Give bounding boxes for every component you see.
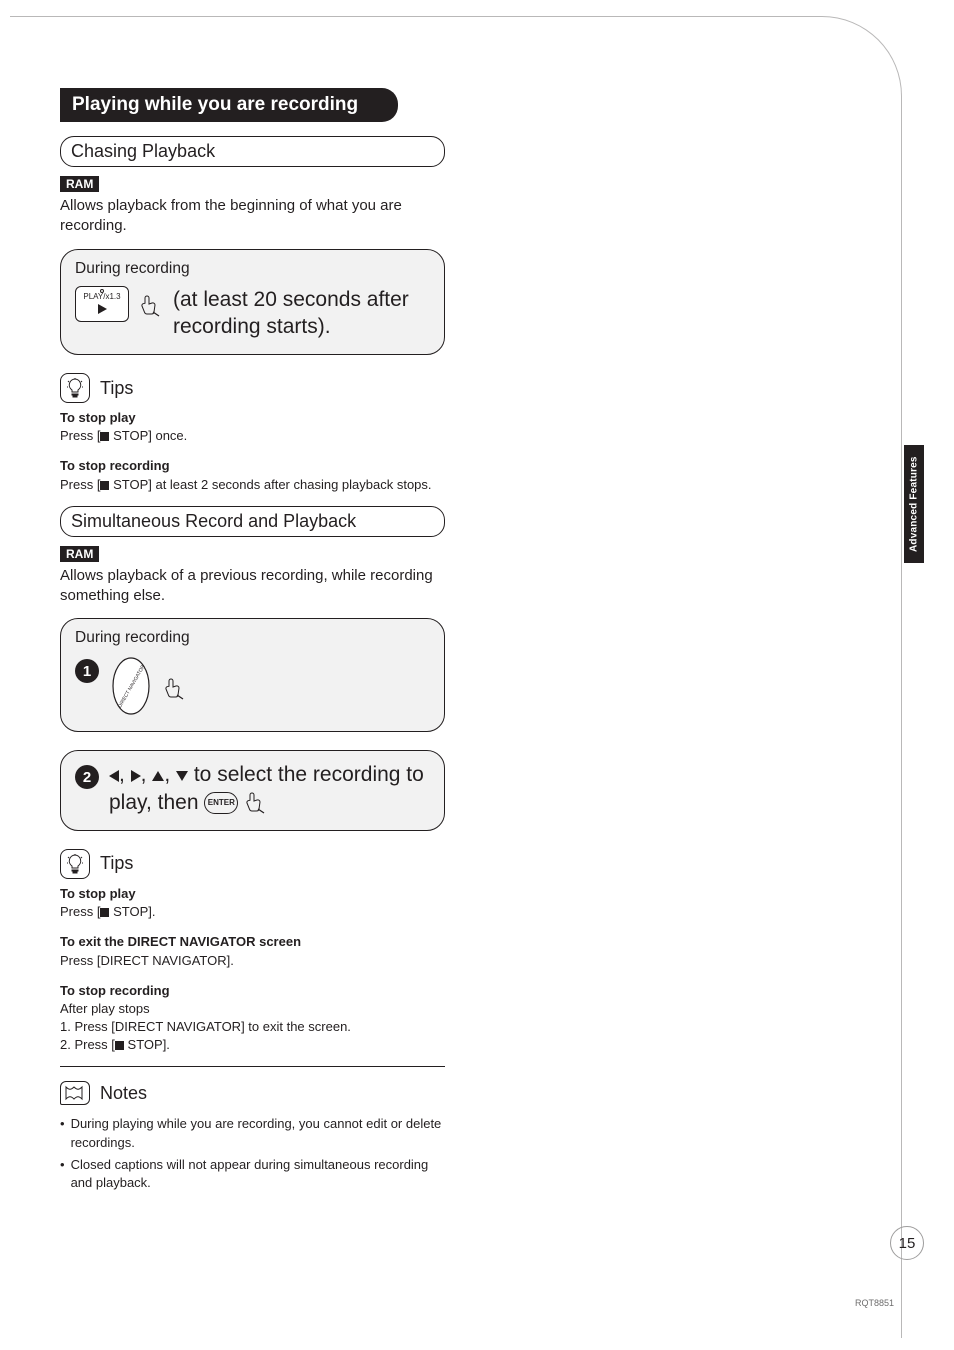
bullet: • xyxy=(60,1115,65,1151)
press-finger-icon xyxy=(244,791,268,815)
tip-stop-recording: To stop recording Press [ STOP] at least… xyxy=(60,457,450,493)
notes-icon xyxy=(60,1081,90,1105)
tip-line: Press [ STOP] once. xyxy=(60,427,450,445)
instruction-box-step2: 2 , , , to select the recording to play,… xyxy=(60,750,445,831)
stop-icon xyxy=(100,432,109,441)
play-button-icon: PLAY/x1.3 xyxy=(75,286,129,322)
play-button-label: PLAY/x1.3 xyxy=(83,293,120,301)
stop-icon xyxy=(115,1041,124,1050)
press-finger-icon xyxy=(163,677,187,701)
tip-stop-play: To stop play Press [ STOP] once. xyxy=(60,409,450,445)
bullet: • xyxy=(60,1156,65,1192)
tip-heading: To stop play xyxy=(60,885,450,903)
direct-navigator-button-icon: DIRECT NAVIGATOR DIRECT NAVIGATOR xyxy=(109,655,153,717)
chasing-description: Allows playback from the beginning of wh… xyxy=(60,196,450,237)
note-item: •During playing while you are recording,… xyxy=(60,1115,450,1151)
tip-exit-dn: To exit the DIRECT NAVIGATOR screen Pres… xyxy=(60,933,450,969)
tip-heading: To stop recording xyxy=(60,982,450,1000)
notes-header: Notes xyxy=(60,1081,450,1105)
side-tab-advanced-features: Advanced Features xyxy=(904,445,924,563)
simultaneous-description: Allows playback of a previous recording,… xyxy=(60,566,450,607)
instruction-step2-text: , , , to select the recording to play, t… xyxy=(109,761,432,816)
page: Playing while you are recording Chasing … xyxy=(0,0,954,1350)
tip-line: Press [ STOP]. xyxy=(60,903,450,921)
tip-line: Press [DIRECT NAVIGATOR]. xyxy=(60,952,450,970)
document-id: RQT8851 xyxy=(855,1298,894,1308)
note-text: During playing while you are recording, … xyxy=(71,1115,450,1151)
instruction-box-step1: During recording 1 DIRECT NAVIGATOR DIRE… xyxy=(60,618,445,732)
notes-title: Notes xyxy=(100,1083,147,1104)
ram-badge: RAM xyxy=(60,546,99,562)
section-title-bar: Playing while you are recording xyxy=(60,88,398,122)
arrow-up-icon xyxy=(152,771,164,781)
page-number: 15 xyxy=(890,1226,924,1260)
step-number-1: 1 xyxy=(75,659,99,683)
arrow-down-icon xyxy=(176,771,188,781)
subsection-pill-chasing: Chasing Playback xyxy=(60,136,445,167)
tip-line: Press [ STOP] at least 2 seconds after c… xyxy=(60,476,450,494)
content-column: Playing while you are recording Chasing … xyxy=(60,50,450,1192)
bulb-icon xyxy=(60,849,90,879)
tip-heading: To stop recording xyxy=(60,457,450,475)
tip-stop-play-b: To stop play Press [ STOP]. xyxy=(60,885,450,921)
press-finger-icon xyxy=(139,294,163,318)
tips-header: Tips xyxy=(60,849,450,879)
tip-heading: To stop play xyxy=(60,409,450,427)
tips-title: Tips xyxy=(100,853,133,874)
play-triangle-icon xyxy=(98,304,107,314)
notes-list: •During playing while you are recording,… xyxy=(60,1115,450,1192)
instruction-main-text: (at least 20 seconds after recording sta… xyxy=(173,286,432,341)
note-item: •Closed captions will not appear during … xyxy=(60,1156,450,1192)
arrow-right-icon xyxy=(131,770,141,782)
note-text: Closed captions will not appear during s… xyxy=(71,1156,450,1192)
bulb-icon xyxy=(60,373,90,403)
instruction-label: During recording xyxy=(75,629,432,647)
ram-badge: RAM xyxy=(60,176,99,192)
tip-line: 2. Press [ STOP]. xyxy=(60,1036,450,1054)
stop-icon xyxy=(100,481,109,490)
tip-stop-recording-b: To stop recording After play stops 1. Pr… xyxy=(60,982,450,1055)
step-number-2: 2 xyxy=(75,765,99,789)
tip-line: After play stops xyxy=(60,1000,450,1018)
separator-line xyxy=(60,1066,445,1067)
tip-line: 1. Press [DIRECT NAVIGATOR] to exit the … xyxy=(60,1018,450,1036)
tips-header: Tips xyxy=(60,373,450,403)
subsection-pill-simultaneous: Simultaneous Record and Playback xyxy=(60,506,445,537)
instruction-label: During recording xyxy=(75,260,432,278)
instruction-box-chasing: During recording PLAY/x1.3 (at least 20 … xyxy=(60,249,445,356)
tips-title: Tips xyxy=(100,378,133,399)
enter-button-icon: ENTER xyxy=(204,792,238,814)
arrow-left-icon xyxy=(109,770,119,782)
stop-icon xyxy=(100,908,109,917)
tip-heading: To exit the DIRECT NAVIGATOR screen xyxy=(60,933,450,951)
